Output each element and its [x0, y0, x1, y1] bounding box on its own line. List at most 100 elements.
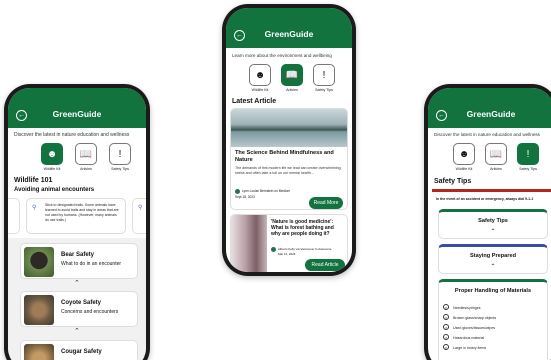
- tab-wildlife-kit[interactable]: ☻ Wildlife Kit: [40, 143, 64, 171]
- phone-wildlife: ← GreenGuide Discover the latest in natu…: [4, 84, 150, 360]
- item-subtitle: Concerns and encounters: [61, 309, 119, 315]
- bear-icon: ☻: [453, 143, 475, 165]
- tab-wildlife-kit[interactable]: ☻ Wildlife Kit: [452, 143, 476, 171]
- phone-safety: ← GreenGuide Discover the latest in natu…: [424, 84, 551, 360]
- tab-label: Safety Tips: [315, 88, 333, 92]
- section-label: Staying Prepared: [469, 253, 516, 259]
- tip-card: ⚲ Stick to designated trails. Some anima…: [26, 198, 126, 234]
- section-label: Safety Tips: [478, 218, 508, 224]
- x-circle-icon: ×: [443, 304, 449, 310]
- section-proper-handling[interactable]: Proper Handling of Materials × Needles/sy…: [438, 279, 548, 360]
- material-item: × Used gloves/tissues/wipes: [443, 324, 496, 330]
- material-item: × Large in heavy items: [443, 344, 487, 350]
- tab-articles[interactable]: 📖 Articles: [74, 143, 98, 171]
- item-title: Bear Safety: [61, 252, 95, 258]
- screen-articles: ← GreenGuide Learn more about the enviro…: [226, 8, 352, 272]
- tab-label: Wildlife Kit: [455, 167, 473, 171]
- bear-icon: ☻: [249, 64, 271, 86]
- article-title: 'Nature is good medicine': What is fores…: [271, 219, 334, 237]
- article-body: The demands of this modern life we lead …: [235, 166, 341, 175]
- article-title: The Science Behind Mindfulness and Natur…: [235, 150, 334, 163]
- tab-wildlife-kit[interactable]: ☻ Wildlife Kit: [248, 64, 272, 92]
- tag-icon: ⚲: [32, 205, 37, 211]
- tip-card-prev: [8, 198, 20, 234]
- app-title: GreenGuide: [264, 29, 314, 39]
- list-item-coyote[interactable]: Coyote Safety Concerns and encounters: [20, 291, 138, 327]
- x-circle-icon: ×: [443, 324, 449, 330]
- app-title: GreenGuide: [466, 109, 516, 119]
- article-date: Mar 11, 2024: [278, 252, 296, 256]
- app-bar: ← GreenGuide: [8, 88, 146, 128]
- article-card-2[interactable]: 'Nature is good medicine': What is fores…: [230, 214, 348, 272]
- chevron-up-icon[interactable]: ⌃: [439, 228, 547, 235]
- lake-photo: [231, 109, 347, 147]
- avatar: [235, 189, 240, 194]
- x-circle-icon: ×: [443, 344, 449, 350]
- tab-bar: ☻ Wildlife Kit 📖 Articles ! Safety Tips: [248, 64, 336, 92]
- article-date: Sept 18, 2023: [235, 195, 255, 199]
- tab-label: Articles: [286, 88, 298, 92]
- tip-text: Stick to designated trails. Some animals…: [45, 203, 119, 222]
- tab-label: Articles: [490, 167, 502, 171]
- screen-wildlife: ← GreenGuide Discover the latest in natu…: [8, 88, 146, 360]
- tab-label: Safety Tips: [519, 167, 537, 171]
- tab-articles[interactable]: 📖 Articles: [484, 143, 508, 171]
- article-card-1[interactable]: The Science Behind Mindfulness and Natur…: [230, 108, 348, 210]
- stage: ← GreenGuide Discover the latest in natu…: [0, 0, 551, 360]
- emergency-alert: In the event of an accident or emergency…: [432, 189, 551, 205]
- tab-articles[interactable]: 📖 Articles: [280, 64, 304, 92]
- section-title: Latest Article: [232, 98, 277, 105]
- list-item-bear[interactable]: Bear Safety What to do in an encounter: [20, 243, 138, 279]
- material-item: × Hazardous material: [443, 334, 485, 340]
- book-icon: 📖: [75, 143, 97, 165]
- intro-text: Discover the latest in nature education …: [434, 132, 540, 137]
- item-title: Cougar Safety: [61, 349, 102, 355]
- intro-text: Discover the latest in nature education …: [14, 132, 130, 138]
- avatar: [271, 247, 276, 252]
- section-label: Proper Handling of Materials: [454, 288, 532, 294]
- cougar-photo: [24, 344, 54, 360]
- x-circle-icon: ×: [443, 334, 449, 340]
- app-title: GreenGuide: [52, 109, 102, 119]
- book-icon: 📖: [281, 64, 303, 86]
- page-title: Safety Tips: [434, 178, 472, 185]
- alert-icon: !: [517, 143, 539, 165]
- item-subtitle: What to do in an encounter: [61, 261, 122, 267]
- tab-safety-tips[interactable]: ! Safety Tips: [108, 143, 132, 171]
- section-safety-tips[interactable]: Safety Tips ⌃: [438, 209, 548, 239]
- coyote-photo: [24, 295, 54, 325]
- intro-text: Learn more about the environment and wel…: [232, 53, 332, 58]
- alert-icon: !: [313, 64, 335, 86]
- chevron-up-icon[interactable]: ⌃: [439, 263, 547, 270]
- tag-icon: ⚲: [138, 205, 143, 211]
- bear-photo: [24, 247, 54, 277]
- phone-articles: ← GreenGuide Learn more about the enviro…: [222, 4, 356, 276]
- section-title: Avoiding animal encounters: [14, 187, 95, 193]
- app-bar: ← GreenGuide: [428, 88, 551, 128]
- list-item-cougar[interactable]: Cougar Safety: [20, 340, 138, 360]
- read-article-button[interactable]: Read Article: [305, 259, 345, 271]
- alert-icon: !: [109, 143, 131, 165]
- tab-safety-tips[interactable]: ! Safety Tips: [516, 143, 540, 171]
- tab-label: Safety Tips: [111, 167, 129, 171]
- section-staying-prepared[interactable]: Staying Prepared ⌃: [438, 244, 548, 274]
- app-bar: ← GreenGuide: [226, 8, 352, 48]
- alert-text: In the event of an accident or emergency…: [436, 197, 534, 201]
- x-circle-icon: ×: [443, 314, 449, 320]
- read-more-button[interactable]: Read More: [309, 197, 343, 209]
- material-item: × Broken glass/sharp objects: [443, 314, 497, 320]
- tab-safety-tips[interactable]: ! Safety Tips: [312, 64, 336, 92]
- tab-bar: ☻ Wildlife Kit 📖 Articles ! Safety Tips: [452, 143, 540, 171]
- chevron-up-icon[interactable]: ⌃: [74, 327, 80, 335]
- tab-label: Articles: [80, 167, 92, 171]
- bear-icon: ☻: [41, 143, 63, 165]
- article-author: Alberto Kelly via Vancouver Is Awesome: [278, 247, 332, 251]
- page-title: Wildlife 101: [14, 177, 53, 184]
- tab-label: Wildlife Kit: [43, 167, 61, 171]
- chevron-up-icon[interactable]: ⌃: [74, 279, 80, 287]
- item-title: Coyote Safety: [61, 300, 102, 306]
- material-item: × Needles/syringes: [443, 304, 481, 310]
- tab-bar: ☻ Wildlife Kit 📖 Articles ! Safety Tips: [40, 143, 132, 171]
- book-icon: 📖: [485, 143, 507, 165]
- tip-card-next: ⚲: [132, 198, 146, 234]
